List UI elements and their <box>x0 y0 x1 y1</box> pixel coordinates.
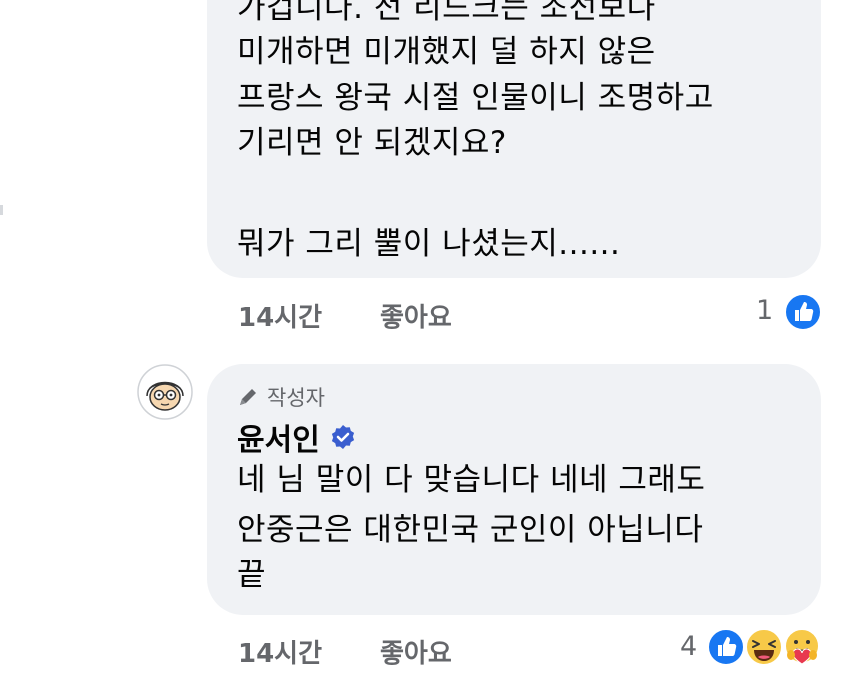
author-name[interactable]: 윤서인 <box>237 415 320 459</box>
comment-text-line: 프랑스 왕국 시절 인물이니 조명하고 <box>237 80 714 116</box>
pencil-icon <box>240 389 256 405</box>
comment-timestamp[interactable]: 14시간 <box>238 297 322 334</box>
like-reaction-icon[interactable] <box>706 627 746 667</box>
comment-author[interactable]: 윤서인 <box>237 415 356 459</box>
comment-text-line: 기리면 안 되겠지요? <box>237 125 507 161</box>
like-button[interactable]: 좋아요 <box>380 297 452 334</box>
reaction-count[interactable]: 1 <box>756 295 773 326</box>
like-button[interactable]: 좋아요 <box>380 633 452 670</box>
comment-text-line: 안중근은 대한민국 군인이 아닙니다 <box>237 512 704 548</box>
avatar[interactable] <box>137 364 193 420</box>
author-badge-label: 작성자 <box>267 386 325 410</box>
care-reaction-icon[interactable] <box>782 627 822 667</box>
comment-text-line: 네 님 말이 다 맞습니다 네네 그래도 <box>237 462 706 498</box>
author-badge: 작성자 <box>237 382 325 412</box>
like-reaction-icon[interactable] <box>783 292 823 332</box>
comment-text-line: 가겁니다. 전 리드크는 조선보다 <box>237 0 656 26</box>
comment-timestamp[interactable]: 14시간 <box>238 633 322 670</box>
comment-text-line: 끝 <box>237 557 267 593</box>
reaction-count[interactable]: 4 <box>680 631 697 662</box>
haha-reaction-icon[interactable] <box>744 627 784 667</box>
comment-text-line: 미개하면 미개했지 덜 하지 않은 <box>237 34 656 70</box>
verified-badge-icon <box>331 425 354 449</box>
thread-connector-line <box>0 205 3 215</box>
comment-text-line: 뭐가 그리 뿔이 나셨는지...... <box>237 226 621 262</box>
